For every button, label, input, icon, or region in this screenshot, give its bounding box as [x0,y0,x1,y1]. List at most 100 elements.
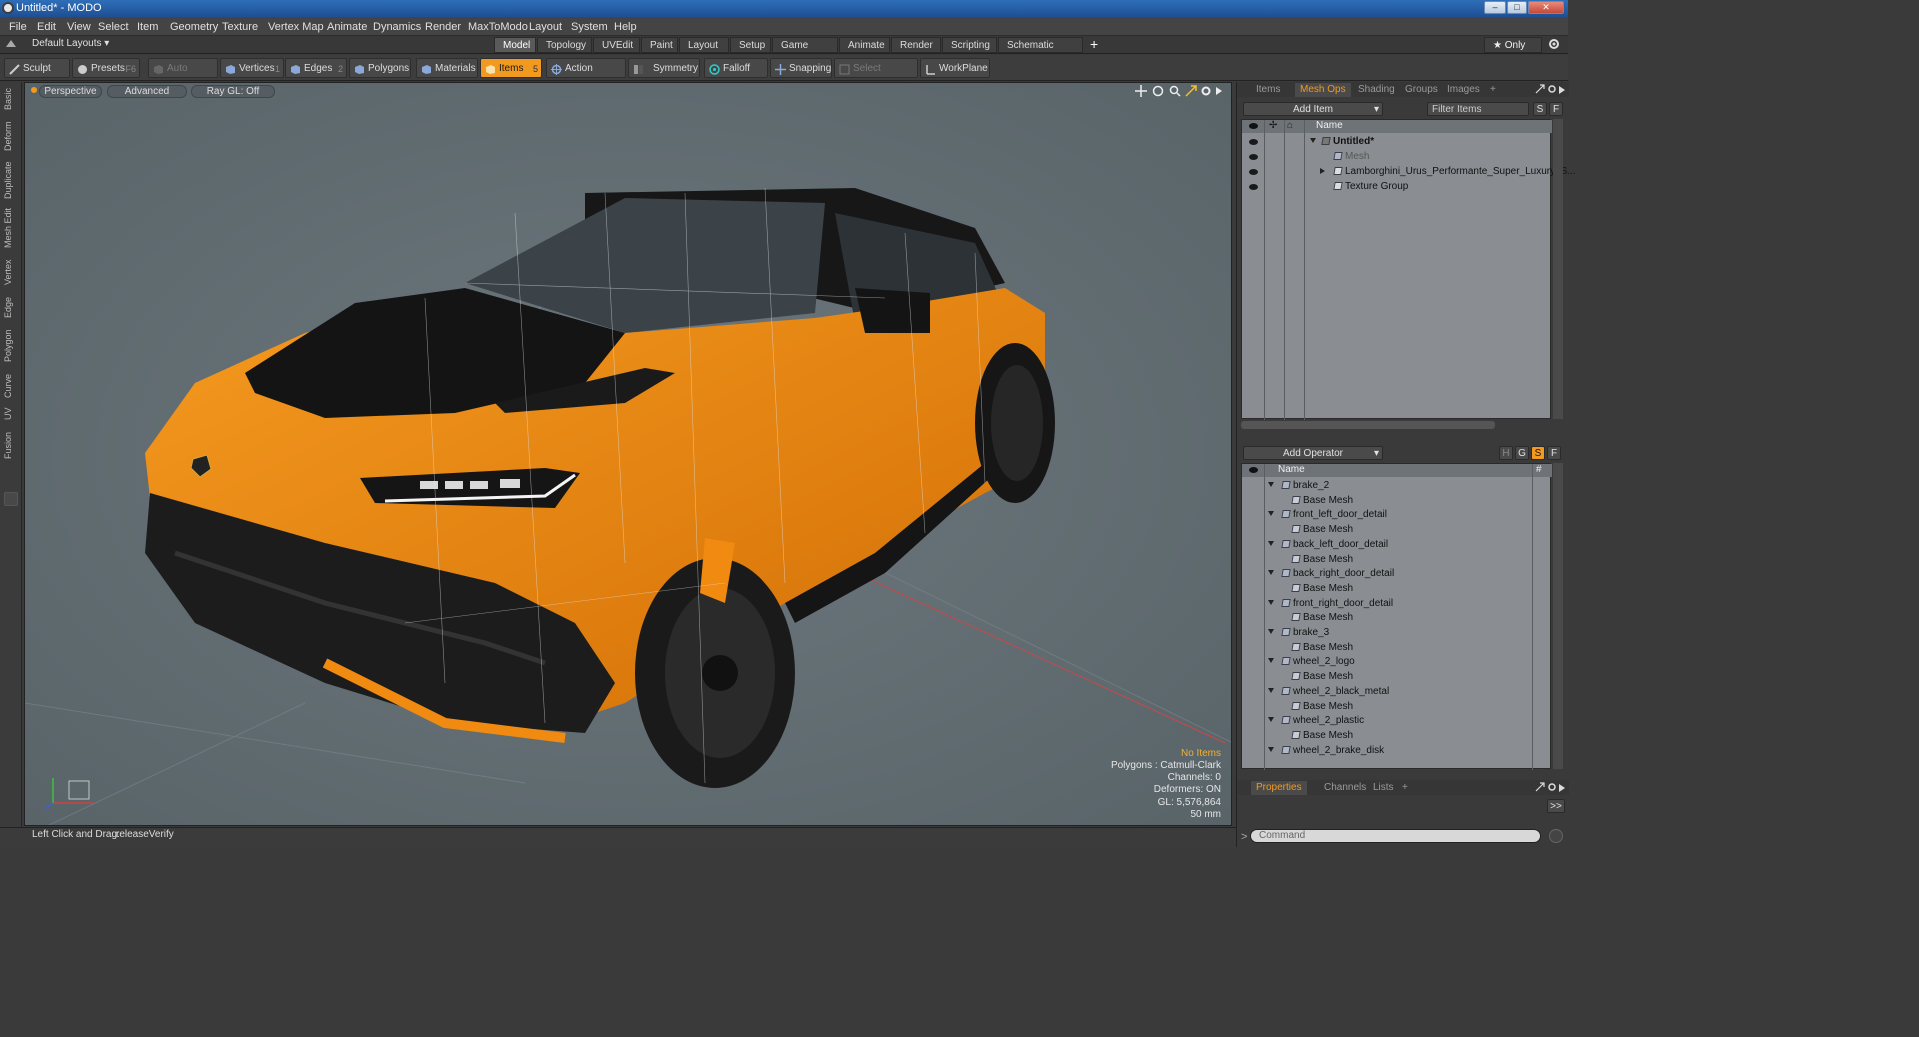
mesh-op-row[interactable]: front_right_door_detail [1242,597,1552,612]
tab-properties[interactable]: Properties [1251,781,1307,795]
tab-shading[interactable]: Shading [1353,83,1400,97]
mesh-ops-scrollbar[interactable] [1553,463,1563,769]
expand-toggle[interactable] [1320,165,1325,179]
add-tab-button[interactable]: + [1090,36,1098,52]
tab-lists[interactable]: Lists [1368,781,1399,795]
tab-curve[interactable]: Curve [3,372,19,400]
expand-toggle[interactable] [1268,714,1274,728]
menu-dynamics[interactable]: Dynamics [373,21,421,33]
menu-vertex-map[interactable]: Vertex Map [268,21,324,33]
base-mesh-row[interactable]: Base Mesh [1242,611,1552,626]
panel-expand-icon[interactable] [1559,783,1565,795]
menu-help[interactable]: Help [614,21,637,33]
materials-button[interactable]: Materials [416,58,478,78]
add-panel-tab-icon[interactable]: + [1397,781,1413,795]
expand-toggle[interactable] [1310,135,1316,149]
tree-item-lamborghini[interactable]: Lamborghini_Urus_Performante_Super_Luxur… [1242,165,1576,180]
f-button[interactable]: F [1547,446,1561,460]
menu-layout[interactable]: Layout [529,21,562,33]
add-item-button[interactable]: Add Item ▾ [1243,102,1383,116]
3d-viewport[interactable]: Perspective Advanced Ray GL: Off No Item… [24,82,1232,826]
panel-popout-icon[interactable] [1535,782,1545,795]
panel-expand-icon[interactable] [1559,85,1565,97]
viewport-menu-icon[interactable] [31,87,37,93]
expand-toggle[interactable] [1268,597,1274,611]
visibility-eye-icon[interactable] [1249,154,1258,160]
snapping-button[interactable]: Snapping [770,58,832,78]
pan-icon[interactable] [1135,85,1147,100]
menu-maxtomodo[interactable]: MaxToModo [468,21,528,33]
close-window-button[interactable]: ✕ [1528,1,1564,14]
tree-item-mesh[interactable]: Mesh [1242,150,1552,165]
visibility-eye-icon[interactable] [1249,169,1258,175]
tab-scripting[interactable]: Scripting [942,37,997,53]
rotate-icon[interactable] [1152,85,1164,100]
menu-geometry[interactable]: Geometry [170,21,218,33]
properties-expand-button[interactable]: >> [1547,799,1565,813]
menu-texture[interactable]: Texture [222,21,258,33]
s-button[interactable]: S [1531,446,1545,460]
visibility-eye-icon[interactable] [1249,139,1258,145]
panel-popout-icon[interactable] [1535,84,1545,97]
auto-select-button[interactable]: Auto Select [148,58,218,94]
edges-button[interactable]: Edges 2 [285,58,347,78]
expand-toggle[interactable] [1268,567,1274,581]
expand-toggle[interactable] [1268,744,1274,758]
tab-model[interactable]: Model [494,37,536,53]
sculpt-button[interactable]: Sculpt [4,58,70,78]
view-mode-dropdown[interactable]: Perspective [39,85,102,98]
tab-uv[interactable]: UV [3,406,19,422]
tab-mesh-ops[interactable]: Mesh Ops [1295,83,1351,97]
tab-duplicate[interactable]: Duplicate [3,160,19,200]
shading-dropdown[interactable]: Advanced [107,85,187,98]
tab-vertex[interactable]: Vertex [3,256,19,288]
expand-toggle[interactable] [1268,685,1274,699]
falloff-button[interactable]: Falloff [704,58,768,78]
item-list-scrollbar[interactable] [1553,119,1563,419]
record-macro-button[interactable] [1549,829,1563,843]
mesh-op-row[interactable]: wheel_2_black_metal [1242,685,1552,700]
command-input[interactable]: Command [1250,829,1541,843]
menu-system[interactable]: System [571,21,608,33]
tab-deform[interactable]: Deform [3,118,19,154]
palette-toggle-button[interactable] [4,492,18,506]
default-layouts-dropdown[interactable]: Default Layouts ▾ [32,38,109,49]
tree-item-texture-group[interactable]: Texture Group [1242,180,1552,195]
h-button[interactable]: H [1499,446,1513,460]
item-list-hscrollbar[interactable] [1241,421,1495,429]
menu-item[interactable]: Item [137,21,158,33]
presets-button[interactable]: Presets F6 [72,58,140,78]
workplane-button[interactable]: WorkPlane [920,58,990,78]
tab-images[interactable]: Images [1442,83,1485,97]
mesh-op-row[interactable]: brake_2 [1242,479,1552,494]
expand-toggle[interactable] [1268,538,1274,552]
tab-paint[interactable]: Paint [641,37,678,53]
raygl-dropdown[interactable]: Ray GL: Off [191,85,275,98]
base-mesh-row[interactable]: Base Mesh [1242,670,1552,685]
tree-item-untitled[interactable]: Untitled* [1242,135,1552,150]
panel-gear-icon[interactable] [1547,782,1557,795]
tab-uvedit[interactable]: UVEdit [593,37,640,53]
mesh-op-row[interactable]: back_right_door_detail [1242,567,1552,582]
mesh-op-row[interactable]: brake_3 [1242,626,1552,641]
f-filter-button[interactable]: F [1549,102,1563,116]
mesh-op-row[interactable]: wheel_2_plastic [1242,714,1552,729]
expand-toggle[interactable] [1268,626,1274,640]
tab-mesh-edit[interactable]: Mesh Edit [3,206,19,250]
mesh-op-row[interactable]: front_left_door_detail [1242,508,1552,523]
symmetry-button[interactable]: Symmetry [628,58,700,78]
zoom-icon[interactable] [1169,85,1181,100]
base-mesh-row[interactable]: Base Mesh [1242,523,1552,538]
visibility-eye-icon[interactable] [1249,184,1258,190]
only-button[interactable]: ★ Only [1484,37,1542,53]
filter-items-input[interactable]: Filter Items [1427,102,1529,116]
base-mesh-row[interactable]: Base Mesh [1242,553,1552,568]
viewport-settings-icon[interactable] [1200,85,1212,100]
mesh-op-row[interactable]: wheel_2_logo [1242,655,1552,670]
menu-render[interactable]: Render [425,21,461,33]
base-mesh-row[interactable]: Base Mesh [1242,641,1552,656]
expand-toggle[interactable] [1268,479,1274,493]
g-button[interactable]: G [1515,446,1529,460]
menu-file[interactable]: File [9,21,27,33]
tab-schematic-fusion[interactable]: Schematic Fusion [998,37,1083,66]
